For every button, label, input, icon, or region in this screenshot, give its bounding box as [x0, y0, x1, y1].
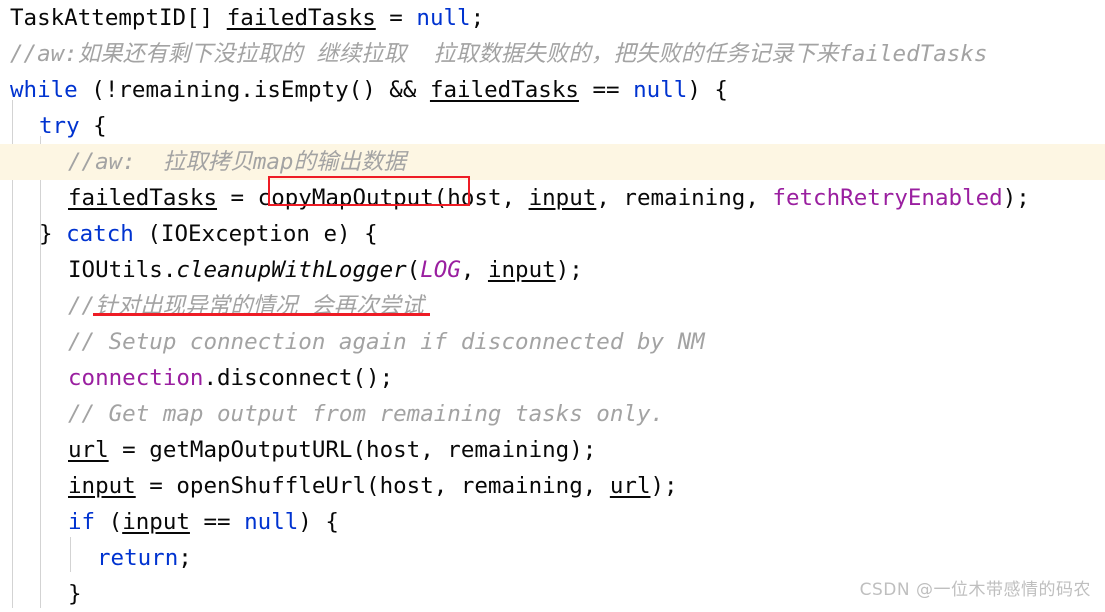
code-token: failedTasks [226, 5, 376, 31]
code-line[interactable]: url = getMapOutputURL(host, remaining); [0, 432, 1105, 468]
code-line-content: // Get map output from remaining tasks o… [10, 396, 664, 432]
code-line[interactable]: // Setup connection again if disconnecte… [0, 324, 1105, 360]
code-line-content: if (input == null) { [10, 504, 339, 540]
code-line[interactable]: return; [0, 540, 1105, 576]
code-line-content: connection.disconnect(); [10, 360, 393, 396]
code-line-content: //针对出现异常的情况 会再次尝试 [10, 288, 424, 324]
code-token: LOG [420, 257, 461, 283]
code-token: ( [406, 257, 421, 283]
code-line-content: IOUtils.cleanupWithLogger(LOG, input); [10, 252, 583, 288]
code-line-content: TaskAttemptID[] failedTasks = null; [10, 0, 484, 36]
code-token: //aw:如果还有剩下没拉取的 继续拉取 拉取数据失败的，把失败的任务记录下来f… [10, 41, 988, 67]
code-line[interactable]: IOUtils.cleanupWithLogger(LOG, input); [0, 252, 1105, 288]
code-token: // Setup connection again if disconnecte… [68, 329, 705, 355]
code-token: ) { [298, 509, 339, 535]
code-line[interactable]: try { [0, 108, 1105, 144]
code-token: connection [68, 365, 204, 391]
code-token: //针对出现异常的情况 会再次尝试 [68, 293, 424, 319]
code-token: cleanupWithLogger [176, 257, 407, 283]
code-token: TaskAttemptID[] [10, 5, 227, 31]
code-token: ; [178, 545, 192, 571]
code-line-content: //aw: 拉取拷贝map的输出数据 [10, 144, 406, 180]
code-line[interactable]: if (input == null) { [0, 504, 1105, 540]
code-token: failedTasks [68, 185, 218, 211]
code-token: } [39, 221, 67, 247]
code-token: , remaining, [596, 185, 773, 211]
code-token: = openShuffleUrl(host, remaining, [135, 473, 610, 499]
code-line[interactable]: //aw: 拉取拷贝map的输出数据 [0, 144, 1105, 180]
code-token: catch [66, 221, 134, 247]
code-token: } [68, 581, 82, 607]
code-token: { [79, 113, 107, 139]
code-line[interactable]: //aw:如果还有剩下没拉取的 继续拉取 拉取数据失败的，把失败的任务记录下来f… [0, 36, 1105, 72]
code-token: null [244, 509, 299, 535]
code-token: (!remaining.isEmpty() && [77, 77, 430, 103]
code-token: == [189, 509, 245, 535]
code-line[interactable]: TaskAttemptID[] failedTasks = null; [0, 0, 1105, 36]
code-editor[interactable]: TaskAttemptID[] failedTasks = null; //aw:… [0, 0, 1105, 608]
code-line-content: } catch (IOException e) { [10, 216, 378, 252]
code-token: input [68, 473, 136, 499]
code-token: url [68, 437, 109, 463]
code-line-content: return; [10, 540, 192, 576]
code-token: ( [95, 509, 123, 535]
code-token: = getMapOutputURL(host, remaining); [108, 437, 597, 463]
code-token: == [578, 77, 634, 103]
code-token: , [460, 257, 488, 283]
code-token: = copyMapOutput(host, [217, 185, 529, 211]
code-line[interactable]: failedTasks = copyMapOutput(host, input,… [0, 180, 1105, 216]
code-token: ); [555, 257, 583, 283]
code-token: null [416, 5, 471, 31]
code-token: input [122, 509, 190, 535]
code-line[interactable]: input = openShuffleUrl(host, remaining, … [0, 468, 1105, 504]
code-token: ); [1002, 185, 1030, 211]
code-token: if [68, 509, 96, 535]
code-token: input [487, 257, 556, 283]
code-line-content: failedTasks = copyMapOutput(host, input,… [10, 180, 1030, 216]
watermark: CSDN @一位木带感情的码农 [859, 580, 1091, 600]
code-token: url [609, 473, 651, 499]
code-line[interactable]: // Get map output from remaining tasks o… [0, 396, 1105, 432]
code-token: (IOException e) { [133, 221, 378, 247]
code-token: while [10, 77, 78, 103]
code-line-content: } [10, 576, 82, 612]
code-token: = [375, 5, 417, 31]
code-token: IOUtils. [68, 257, 177, 283]
code-token: //aw: 拉取拷贝map的输出数据 [68, 149, 406, 175]
code-line-content: input = openShuffleUrl(host, remaining, … [10, 468, 678, 504]
code-line-content: //aw:如果还有剩下没拉取的 继续拉取 拉取数据失败的，把失败的任务记录下来f… [10, 36, 987, 72]
code-token: fetchRetryEnabled [772, 185, 1003, 211]
code-line-content: // Setup connection again if disconnecte… [10, 324, 705, 360]
code-token: try [39, 113, 80, 139]
code-line[interactable]: //针对出现异常的情况 会再次尝试 [0, 288, 1105, 324]
code-token: ); [650, 473, 678, 499]
code-token: ; [470, 5, 485, 31]
code-line[interactable]: connection.disconnect(); [0, 360, 1105, 396]
code-token: null [633, 77, 688, 103]
code-token: failedTasks [429, 77, 579, 103]
code-token: .disconnect(); [203, 365, 394, 391]
code-token: ) { [687, 77, 728, 103]
code-line-content: try { [10, 108, 107, 144]
code-line[interactable]: while (!remaining.isEmpty() && failedTas… [0, 72, 1105, 108]
code-token: input [528, 185, 597, 211]
code-line[interactable]: } catch (IOException e) { [0, 216, 1105, 252]
code-lines-container[interactable]: TaskAttemptID[] failedTasks = null; //aw:… [0, 0, 1105, 608]
code-token: // Get map output from remaining tasks o… [68, 401, 665, 427]
code-line-content: url = getMapOutputURL(host, remaining); [10, 432, 596, 468]
code-line-content: while (!remaining.isEmpty() && failedTas… [10, 72, 728, 108]
code-token: return [97, 545, 179, 571]
